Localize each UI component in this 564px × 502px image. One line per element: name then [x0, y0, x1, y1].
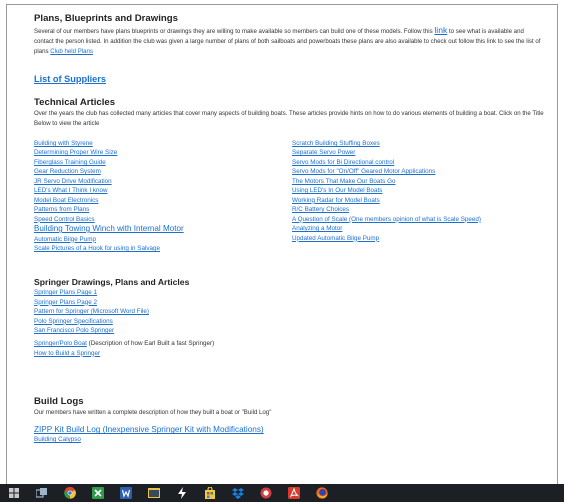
firefox-icon[interactable]: [315, 486, 329, 500]
technical-section: Technical Articles Over the years the cl…: [34, 97, 544, 264]
article-link[interactable]: Determining Proper Wire Size: [34, 148, 292, 157]
technical-articles-right: Scratch Building Stuffing Boxes Separate…: [292, 139, 481, 264]
minimized-window-icon[interactable]: [147, 486, 161, 500]
word-icon[interactable]: [119, 486, 133, 500]
technical-articles-left: Building with Styrene Determining Proper…: [34, 139, 292, 264]
springer-heading: Springer Drawings, Plans and Articles: [34, 277, 190, 288]
article-link[interactable]: Scratch Building Stuffing Boxes: [292, 139, 481, 148]
article-link[interactable]: Model Boat Electronics: [34, 196, 292, 205]
power-icon[interactable]: [175, 486, 189, 500]
build-logs-intro: Our members have written a complete desc…: [34, 409, 272, 417]
springer-polo-boat-link[interactable]: Springer/Polo Boat: [34, 340, 87, 347]
article-link[interactable]: Servo Mods for "On/Off" Geared Motor App…: [292, 167, 481, 176]
windows-taskbar: [0, 484, 564, 502]
build-logs-section: Build Logs Our members have written a co…: [34, 396, 544, 444]
article-link[interactable]: Patterns from Plans: [34, 205, 292, 214]
springer-link[interactable]: Pattern for Springer (Microsoft Word Fil…: [34, 307, 544, 317]
springer-section: Springer Drawings, Plans and Articles Sp…: [34, 277, 544, 358]
technical-intro: Over the years the club has collected ma…: [34, 109, 544, 127]
article-link[interactable]: The Motors That Make Our Boats Go: [292, 177, 481, 186]
article-link[interactable]: A Question of Scale (One members opinion…: [292, 215, 481, 224]
springer-list: Springer Plans Page 1 Springer Plans Pag…: [34, 288, 544, 358]
build-logs-heading: Build Logs: [34, 396, 84, 408]
springer-polo-description: (Description of how Earl Built a fast Sp…: [86, 339, 215, 347]
article-link[interactable]: Speed Control Basics: [34, 215, 292, 224]
build-logs-list: ZIPP Kit Build Log (Inexpensive Springer…: [34, 424, 544, 444]
plans-link[interactable]: link: [434, 25, 447, 35]
article-link[interactable]: Building with Styrene: [34, 139, 292, 148]
article-link[interactable]: Separate Servo Power: [292, 148, 481, 157]
club-held-plans-link[interactable]: Club held Plans: [50, 48, 93, 55]
plans-section: Plans, Blueprints and Drawings Several o…: [34, 13, 544, 58]
how-to-build-springer-link[interactable]: How to Build a Springer: [34, 349, 544, 359]
article-link[interactable]: Working Radar for Model Boats: [292, 196, 481, 205]
springer-polo-row: Springer/Polo Boat (Description of how E…: [34, 336, 544, 349]
page-content: Plans, Blueprints and Drawings Several o…: [34, 13, 544, 444]
springer-link[interactable]: Polo Springer Specifications: [34, 317, 544, 327]
zipp-build-log-link[interactable]: ZIPP Kit Build Log (Inexpensive Springer…: [34, 424, 544, 435]
article-link[interactable]: R/C Battery Choices: [292, 205, 481, 214]
plans-text-1: Several of our members have plans bluepr…: [34, 28, 433, 35]
chrome-icon[interactable]: [63, 486, 77, 500]
acrobat-icon[interactable]: [287, 486, 301, 500]
plans-paragraph: Several of our members have plans bluepr…: [34, 25, 544, 58]
start-icon[interactable]: [7, 486, 21, 500]
browser-page-frame: Plans, Blueprints and Drawings Several o…: [6, 4, 558, 486]
article-link[interactable]: LED's What I Think I know: [34, 186, 292, 195]
technical-heading: Technical Articles: [34, 96, 116, 108]
app-circle-icon[interactable]: [259, 486, 273, 500]
list-of-suppliers-link[interactable]: List of Suppliers: [34, 74, 106, 84]
spreadsheet-icon[interactable]: [91, 486, 105, 500]
springer-link[interactable]: San Francisco Polo Springer: [34, 326, 544, 336]
article-link[interactable]: Analyzing a Motor: [292, 224, 481, 233]
suppliers-section: List of Suppliers: [34, 69, 544, 87]
dropbox-icon[interactable]: [231, 486, 245, 500]
article-link[interactable]: Automatic Bilge Pump: [34, 235, 292, 244]
springer-link[interactable]: Springer Plans Page 2: [34, 298, 544, 308]
task-view-icon[interactable]: [35, 486, 49, 500]
springer-link[interactable]: Springer Plans Page 1: [34, 288, 544, 298]
article-link[interactable]: JR Servo Drive Modification: [34, 177, 292, 186]
building-calypso-link[interactable]: Building Calypso: [34, 435, 544, 444]
technical-articles-columns: Building with Styrene Determining Proper…: [34, 139, 544, 264]
article-link[interactable]: Building Towing Winch with Internal Moto…: [34, 224, 292, 235]
article-link[interactable]: Updated Automatic Bilge Pump: [292, 234, 481, 243]
article-link[interactable]: Fiberglass Training Guide: [34, 158, 292, 167]
article-link[interactable]: Servo Mods for Bi Directional control: [292, 158, 481, 167]
article-link[interactable]: Gear Reduction System: [34, 167, 292, 176]
store-icon[interactable]: [203, 486, 217, 500]
article-link[interactable]: Using LED's In Our Model Boats: [292, 186, 481, 195]
plans-heading: Plans, Blueprints and Drawings: [34, 13, 178, 24]
article-link[interactable]: Scale Pictures of a Hook for using in Sa…: [34, 244, 292, 253]
